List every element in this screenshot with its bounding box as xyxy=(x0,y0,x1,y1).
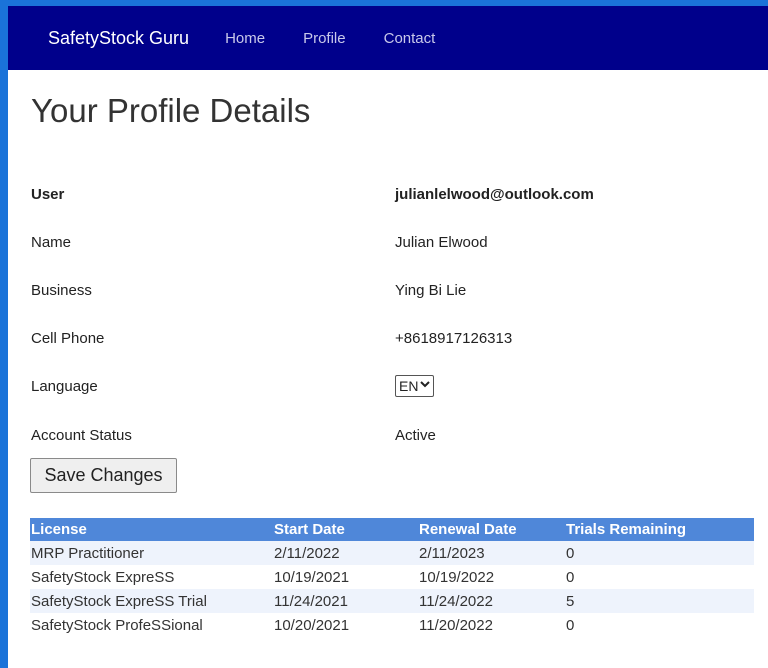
business-row: Business Ying Bi Lie xyxy=(31,278,751,302)
account-status-row: Account Status Active xyxy=(31,423,751,447)
renewal-date-cell: 2/11/2023 xyxy=(418,541,565,565)
user-label: User xyxy=(31,185,65,203)
account-status-label: Account Status xyxy=(31,426,132,444)
nav-link-home[interactable]: Home xyxy=(225,30,265,47)
business-value: Ying Bi Lie xyxy=(395,281,467,299)
table-row: SafetyStock ProfeSSional 10/20/2021 11/2… xyxy=(30,613,754,637)
nav-link-contact[interactable]: Contact xyxy=(384,30,436,47)
start-date-cell: 10/19/2021 xyxy=(274,568,350,586)
user-value: julianlelwood@outlook.com xyxy=(395,185,594,203)
license-cell: SafetyStock ExpreSS xyxy=(31,568,175,586)
name-value: Julian Elwood xyxy=(395,233,488,251)
column-header-renewal-date[interactable]: Renewal Date xyxy=(418,518,565,541)
trials-remaining-cell: 0 xyxy=(566,616,575,634)
license-table: License Start Date Renewal Date Trials R… xyxy=(30,518,754,637)
name-label: Name xyxy=(31,233,72,251)
language-label: Language xyxy=(31,377,98,395)
license-cell: SafetyStock ProfeSSional xyxy=(31,616,203,634)
table-row: SafetyStock ExpreSS Trial 11/24/2021 11/… xyxy=(30,589,754,613)
language-select[interactable]: EN xyxy=(395,375,435,397)
table-row: MRP Practitioner 2/11/2022 2/11/2023 0 xyxy=(30,541,754,565)
trials-remaining-cell: 5 xyxy=(565,589,754,613)
chevron-down-icon xyxy=(420,381,431,391)
renewal-date-cell: 10/19/2022 xyxy=(419,568,495,586)
cell-phone-label: Cell Phone xyxy=(31,329,105,347)
license-cell: SafetyStock ExpreSS Trial xyxy=(30,589,273,613)
column-header-trials-remaining[interactable]: Trials Remaining xyxy=(565,518,754,541)
brand-link[interactable]: SafetyStock Guru xyxy=(48,28,189,49)
cell-phone-value: +8618917126313 xyxy=(395,329,513,347)
column-header-license[interactable]: License xyxy=(30,518,273,541)
page-title: Your Profile Details xyxy=(31,92,311,129)
cell-phone-row: Cell Phone +8618917126313 xyxy=(31,326,751,350)
language-select-value: EN xyxy=(399,378,419,394)
name-row: Name Julian Elwood xyxy=(31,230,751,254)
start-date-cell: 2/11/2022 xyxy=(273,541,418,565)
table-row: SafetyStock ExpreSS 10/19/2021 10/19/202… xyxy=(30,565,754,589)
account-status-value: Active xyxy=(395,426,436,444)
business-label: Business xyxy=(31,281,92,299)
license-cell: MRP Practitioner xyxy=(30,541,273,565)
start-date-cell: 10/20/2021 xyxy=(274,616,350,634)
column-header-start-date[interactable]: Start Date xyxy=(273,518,418,541)
save-changes-button[interactable]: Save Changes xyxy=(30,458,177,493)
trials-remaining-cell: 0 xyxy=(566,568,575,586)
trials-remaining-cell: 0 xyxy=(565,541,754,565)
license-table-header: License Start Date Renewal Date Trials R… xyxy=(30,518,754,541)
language-row: Language EN xyxy=(31,374,751,398)
user-row: User julianlelwood@outlook.com xyxy=(31,182,751,206)
navbar: SafetyStock Guru Home Profile Contact xyxy=(8,6,768,70)
start-date-cell: 11/24/2021 xyxy=(273,589,418,613)
renewal-date-cell: 11/24/2022 xyxy=(418,589,565,613)
nav-link-profile[interactable]: Profile xyxy=(303,30,346,47)
renewal-date-cell: 11/20/2022 xyxy=(419,616,493,634)
